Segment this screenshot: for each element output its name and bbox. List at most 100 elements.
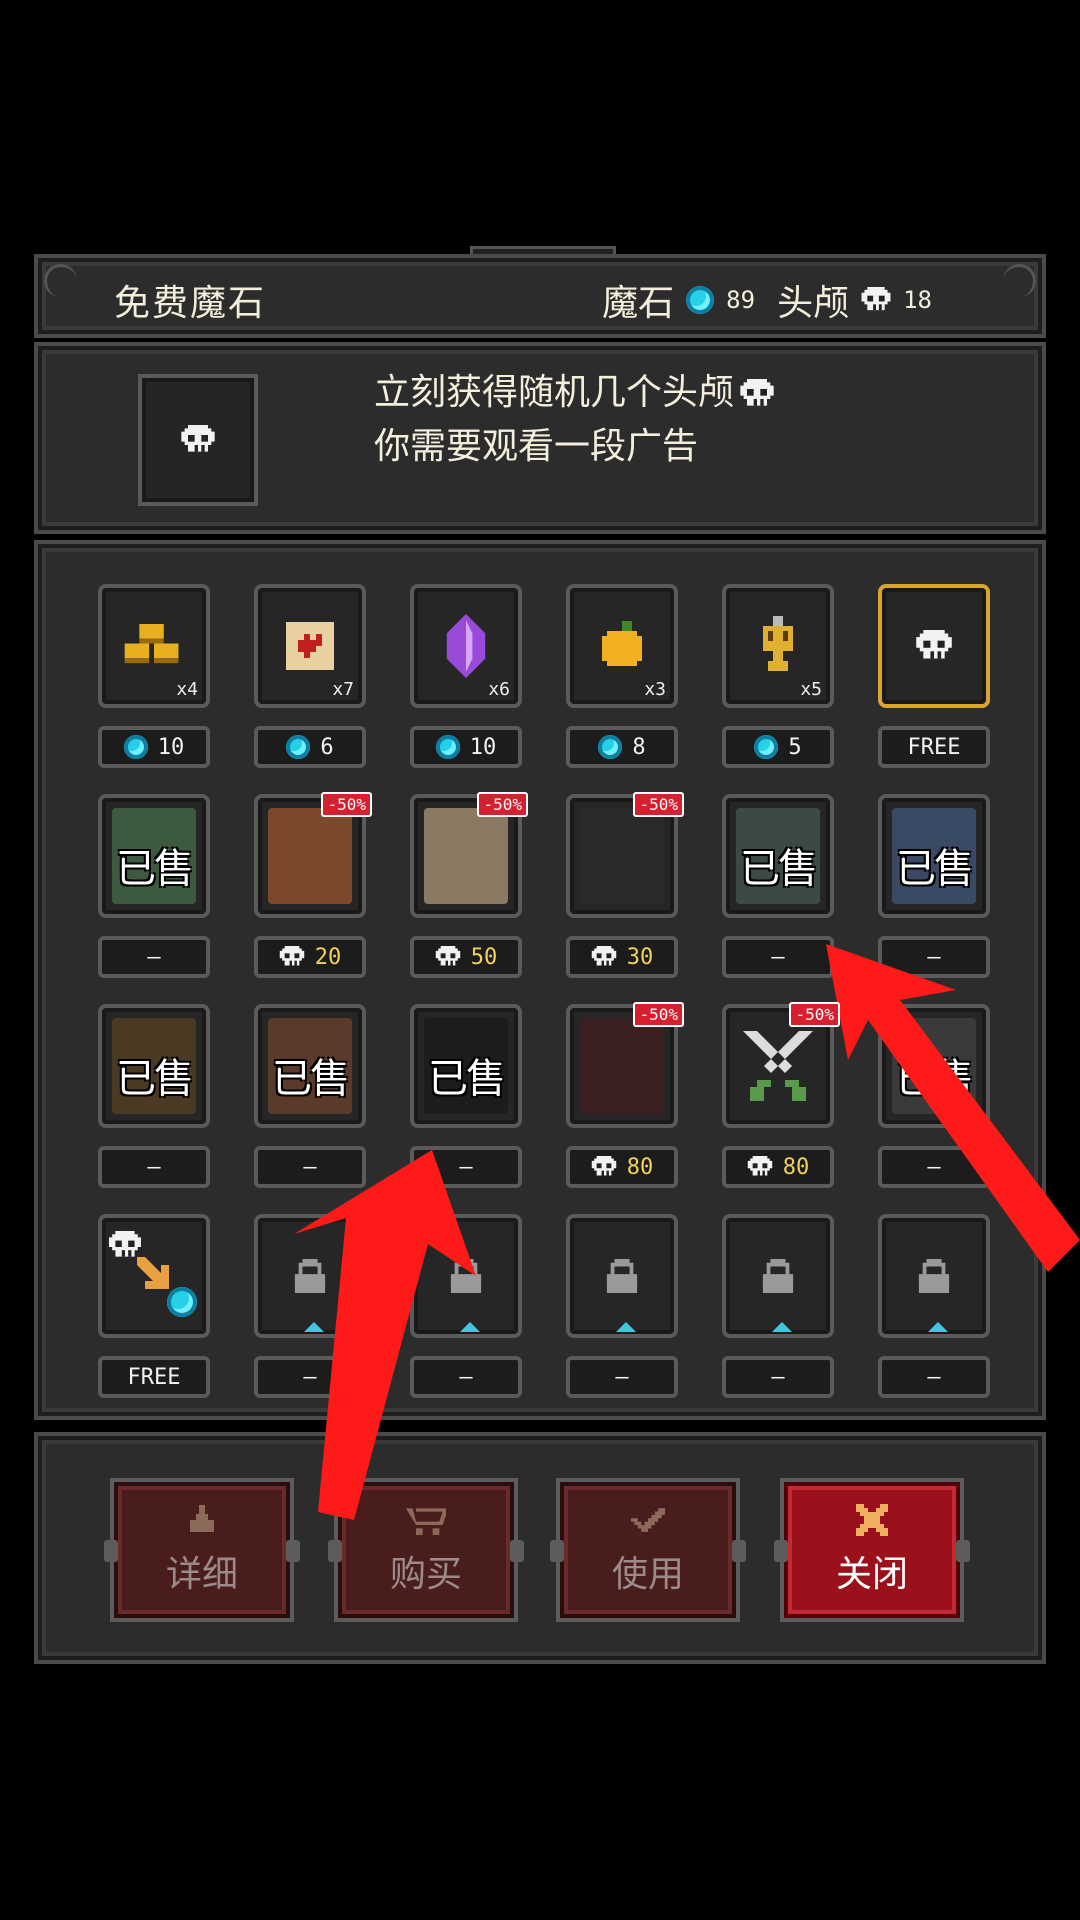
button-nub <box>328 1540 342 1562</box>
price-tag: — <box>254 1146 366 1188</box>
sold-label: 已售 <box>116 846 194 892</box>
unlock-indicator-icon <box>460 1322 480 1332</box>
price-value: 80 <box>626 1154 654 1180</box>
gem-label: 魔石 <box>602 283 675 324</box>
shop-item-tile[interactable] <box>878 1214 990 1338</box>
shop-item-tile[interactable]: 已售 <box>878 1004 990 1128</box>
shop-item-tile[interactable]: x7 <box>254 584 366 708</box>
price-value: FREE <box>127 1364 181 1390</box>
shop-item-tile[interactable] <box>410 1214 522 1338</box>
shop-item-tile[interactable]: 已售 <box>98 794 210 918</box>
lock-icon <box>570 1218 674 1334</box>
gem-icon <box>686 286 715 314</box>
skull-icon <box>740 379 774 409</box>
pirate-captain-portrait <box>580 1018 664 1114</box>
skull-icon <box>591 946 617 968</box>
shop-item-tile[interactable] <box>878 584 990 708</box>
gem-icon <box>286 735 311 759</box>
sold-label: 已售 <box>428 1056 506 1102</box>
shop-item-tile[interactable]: 已售 <box>254 1004 366 1128</box>
gem-icon <box>598 735 623 759</box>
shop-item-tile[interactable] <box>722 1214 834 1338</box>
skull-count: 18 <box>903 286 932 314</box>
shop-item-tile[interactable]: x3 <box>566 584 678 708</box>
close-icon <box>856 1503 888 1537</box>
price-tag: 10 <box>98 726 210 768</box>
button-nub <box>732 1540 746 1562</box>
price-tag: 80 <box>722 1146 834 1188</box>
shop-item-tile[interactable] <box>98 1214 210 1338</box>
use-button[interactable]: 使用 <box>550 1478 746 1622</box>
button-nub <box>510 1540 524 1562</box>
price-value: 10 <box>157 734 185 760</box>
cart-icon <box>406 1503 446 1537</box>
shop-item-tile[interactable] <box>254 1214 366 1338</box>
price-value: — <box>147 944 161 970</box>
skeleton-knight-portrait <box>424 808 508 904</box>
price-tag: 5 <box>722 726 834 768</box>
skull-icon <box>181 425 215 455</box>
discount-badge: -50% <box>321 792 372 817</box>
shop-item-tile[interactable]: 已售 <box>722 794 834 918</box>
sold-label: 已售 <box>740 846 818 892</box>
shop-item-tile[interactable]: x5 <box>722 584 834 708</box>
button-nub <box>550 1540 564 1562</box>
price-value: 8 <box>632 734 646 760</box>
item-count: x4 <box>176 679 198 700</box>
shop-item-tile[interactable]: 已售 <box>878 794 990 918</box>
price-value: — <box>303 1364 317 1390</box>
currency-display: 魔石 89 头颅 18 <box>602 274 942 326</box>
shop-item-tile[interactable]: x6 <box>410 584 522 708</box>
close-button[interactable]: 关闭 <box>774 1478 970 1622</box>
unlock-indicator-icon <box>616 1322 636 1332</box>
gem-icon <box>123 735 148 759</box>
discount-badge: -50% <box>633 1002 684 1027</box>
lock-icon <box>258 1218 362 1334</box>
price-tag: 20 <box>254 936 366 978</box>
buy-label: 购买 <box>389 1554 462 1595</box>
checkmark-icon <box>631 1503 665 1537</box>
item-count: x6 <box>488 679 510 700</box>
item-count: x5 <box>800 679 822 700</box>
price-tag: 6 <box>254 726 366 768</box>
use-label: 使用 <box>611 1554 684 1595</box>
buy-button[interactable]: 购买 <box>328 1478 524 1622</box>
price-value: 10 <box>469 734 497 760</box>
shop-item-tile[interactable]: 已售 <box>98 1004 210 1128</box>
sold-label: 已售 <box>272 1056 350 1102</box>
shop-item-tile[interactable] <box>566 1214 678 1338</box>
price-tag: 10 <box>410 726 522 768</box>
button-nub <box>956 1540 970 1562</box>
tree-monster-portrait <box>268 808 352 904</box>
discount-badge: -50% <box>477 792 528 817</box>
gem-count: 89 <box>726 286 756 314</box>
sold-label: 已售 <box>116 1056 194 1102</box>
price-value: 80 <box>782 1154 810 1180</box>
price-value: — <box>459 1154 473 1180</box>
price-value: — <box>927 1364 941 1390</box>
discount-badge: -50% <box>789 1002 840 1027</box>
skull-icon <box>861 287 891 313</box>
price-value: — <box>147 1154 161 1180</box>
price-tag: — <box>722 936 834 978</box>
price-tag: — <box>566 1356 678 1398</box>
gem-icon <box>754 735 779 759</box>
price-tag: — <box>878 936 990 978</box>
skull-to-gem-exchange-icon <box>102 1218 206 1334</box>
lock-icon <box>726 1218 830 1334</box>
price-tag: 80 <box>566 1146 678 1188</box>
shop-item-tile[interactable]: x4 <box>98 584 210 708</box>
ad-reward-panel[interactable]: 立刻获得随机几个头颅 你需要观看一段广告 <box>34 342 1046 534</box>
close-label: 关闭 <box>835 1554 908 1595</box>
ad-reward-slot[interactable] <box>138 374 258 506</box>
potion-icon <box>187 1503 217 1537</box>
corner-ornament <box>1003 264 1036 297</box>
price-value: — <box>771 1364 785 1390</box>
price-value: — <box>615 1364 629 1390</box>
header-title: 免费魔石 <box>114 283 267 324</box>
shop-item-tile[interactable]: 已售 <box>410 1004 522 1128</box>
button-nub <box>286 1540 300 1562</box>
price-tag: — <box>98 936 210 978</box>
detail-button[interactable]: 详细 <box>104 1478 300 1622</box>
shop-grid: x4 10 x7 6 x6 10 x3 8 x5 5 FREE 已售 — -50% 20 -50% 50 -50%… <box>34 540 1046 1420</box>
